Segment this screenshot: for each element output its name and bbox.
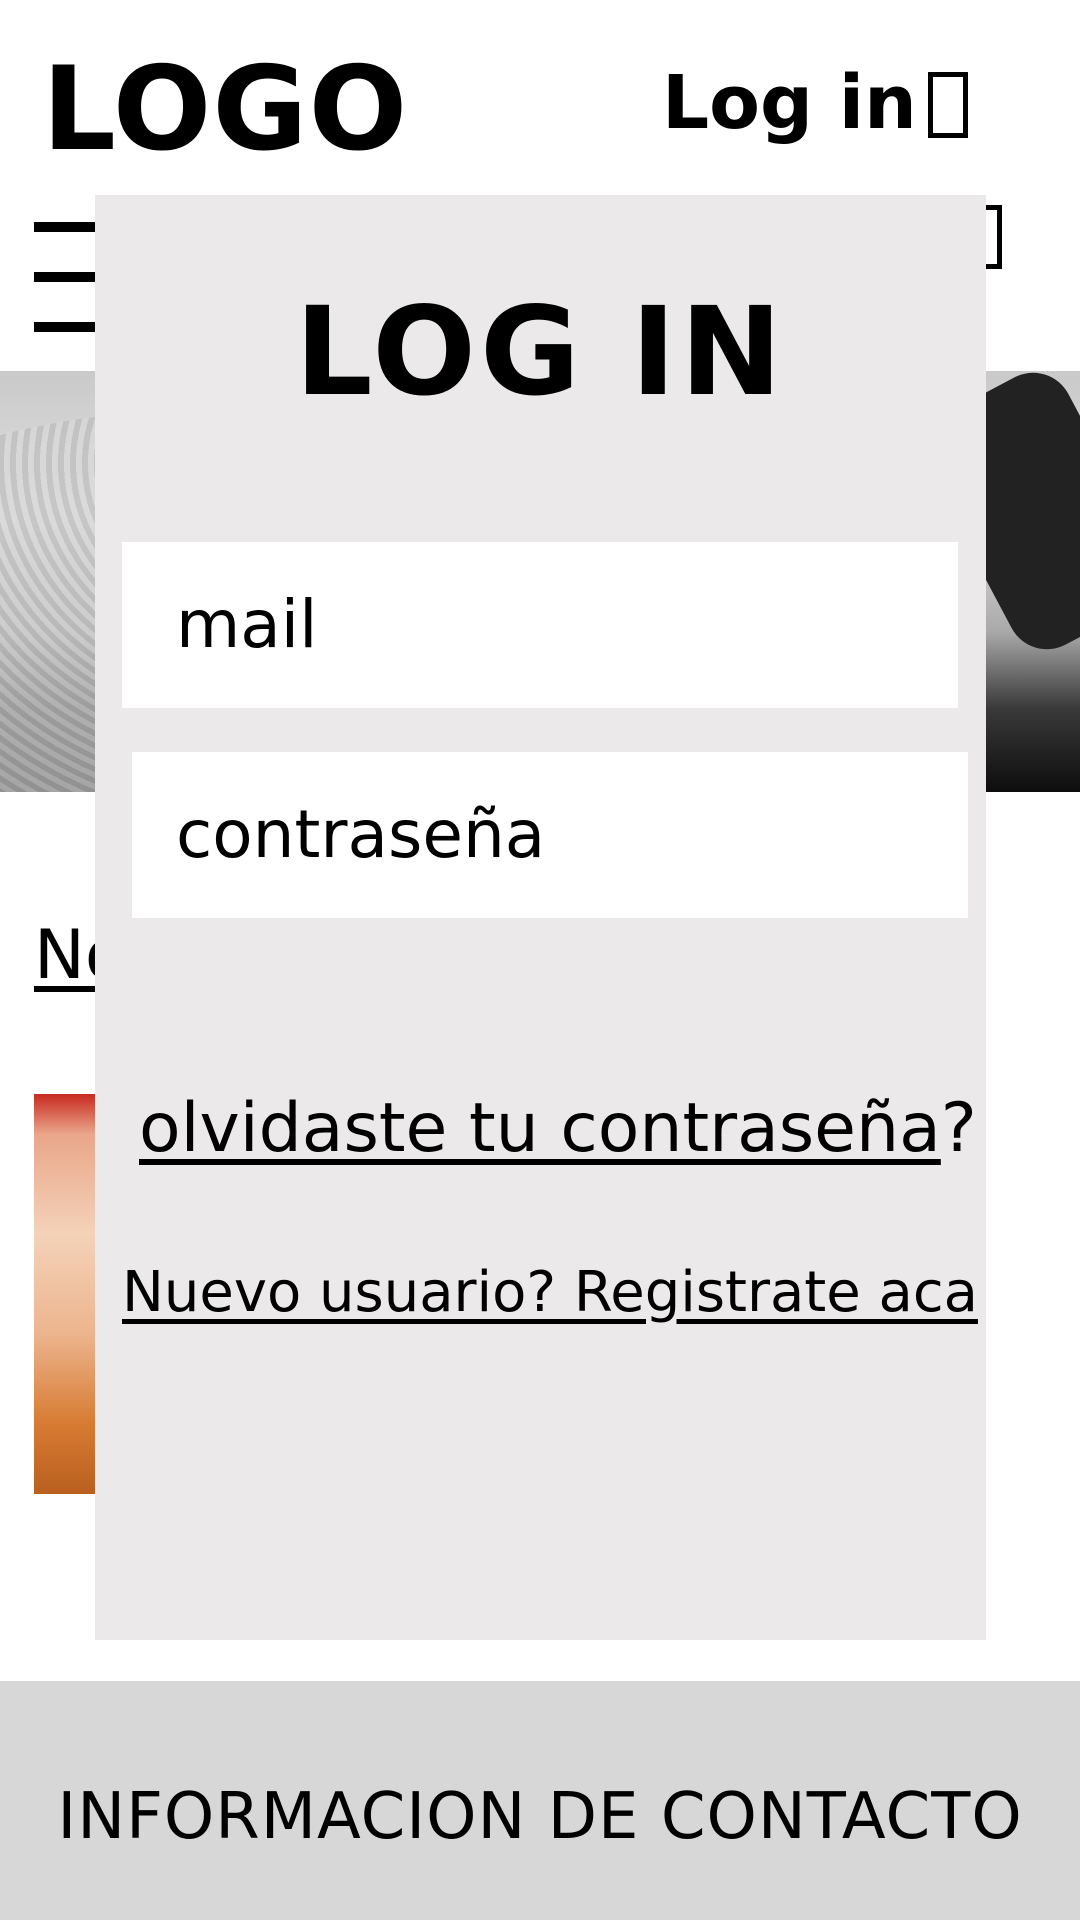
page: LOGO Log in No LOG IN mail contraseña ol… (0, 0, 1080, 1920)
email-field[interactable]: mail (122, 542, 958, 708)
forgot-password-link[interactable]: olvidaste tu contraseña (139, 1089, 941, 1168)
footer: INFORMACION DE CONTACTO (0, 1681, 1080, 1920)
password-field[interactable]: contraseña (132, 752, 968, 918)
login-link[interactable]: Log in (662, 66, 917, 140)
login-modal: LOG IN mail contraseña olvidaste tu cont… (95, 195, 986, 1640)
forgot-password: olvidaste tu contraseña? (139, 1095, 977, 1163)
cart-icon[interactable] (928, 72, 968, 138)
logo[interactable]: LOGO (42, 52, 408, 168)
register-link[interactable]: Nuevo usuario? Registrate aca (122, 1265, 978, 1321)
modal-title: LOG IN (294, 281, 787, 423)
forgot-password-suffix: ? (940, 1089, 977, 1168)
footer-title: INFORMACION DE CONTACTO (57, 1780, 1023, 1854)
